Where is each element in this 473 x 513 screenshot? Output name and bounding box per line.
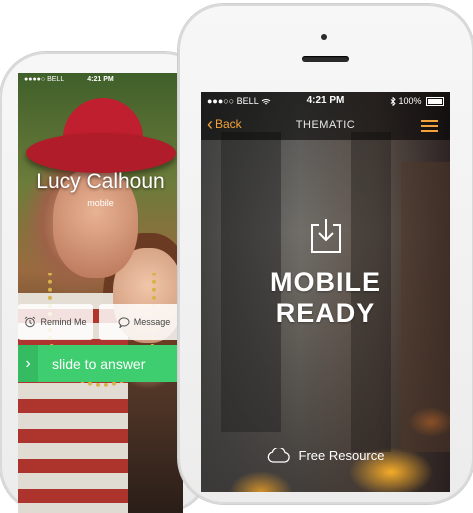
front-camera [321, 34, 327, 40]
navigation-bar: ‹ Back THEMATIC [201, 110, 450, 140]
message-button[interactable]: Message [99, 304, 189, 340]
earpiece-speaker [302, 56, 349, 62]
slide-to-answer-slider[interactable]: › slide to answer [18, 345, 183, 382]
chevron-right-icon[interactable]: › [18, 345, 38, 382]
caller-name: Lucy Calhoun [36, 170, 165, 193]
nav-title: THEMATIC [295, 119, 356, 131]
hamburger-menu-icon[interactable] [421, 120, 438, 132]
alarm-clock-icon [25, 316, 36, 328]
slide-to-answer-label: slide to answer [52, 355, 146, 372]
cloud-icon [267, 448, 290, 463]
remind-me-button[interactable]: Remind Me [18, 304, 93, 340]
time-label: 4:21 PM [87, 76, 114, 83]
message-label: Message [133, 317, 171, 327]
speech-bubble-icon [118, 316, 130, 328]
free-resource-label: Free Resource [298, 448, 385, 463]
free-resource-link[interactable]: Free Resource [201, 448, 450, 463]
photo-hat-brim [26, 133, 176, 173]
mobile-ready-screen: ●●●○○ BELL 4:21 PM 100% ‹ Back THEMATIC … [201, 92, 450, 492]
battery-status: 100% [390, 96, 444, 107]
incoming-call-screen: ●●●●○ BELL 4:21 PM Lucy Calhoun mobile [18, 73, 183, 513]
remind-me-label: Remind Me [40, 317, 87, 327]
battery-percent: 100% [398, 96, 422, 106]
hero-line-2: READY [275, 298, 376, 328]
hero-heading: MOBILE READY [201, 267, 450, 329]
battery-icon [426, 97, 444, 107]
status-bar: ●●●●○ BELL 4:21 PM [18, 73, 183, 87]
download-icon [311, 219, 341, 253]
status-bar: ●●●○○ BELL 4:21 PM 100% [201, 92, 450, 110]
hero-line-1: MOBILE [270, 267, 381, 297]
bluetooth-icon [390, 96, 396, 107]
caller-label: mobile [87, 198, 114, 208]
